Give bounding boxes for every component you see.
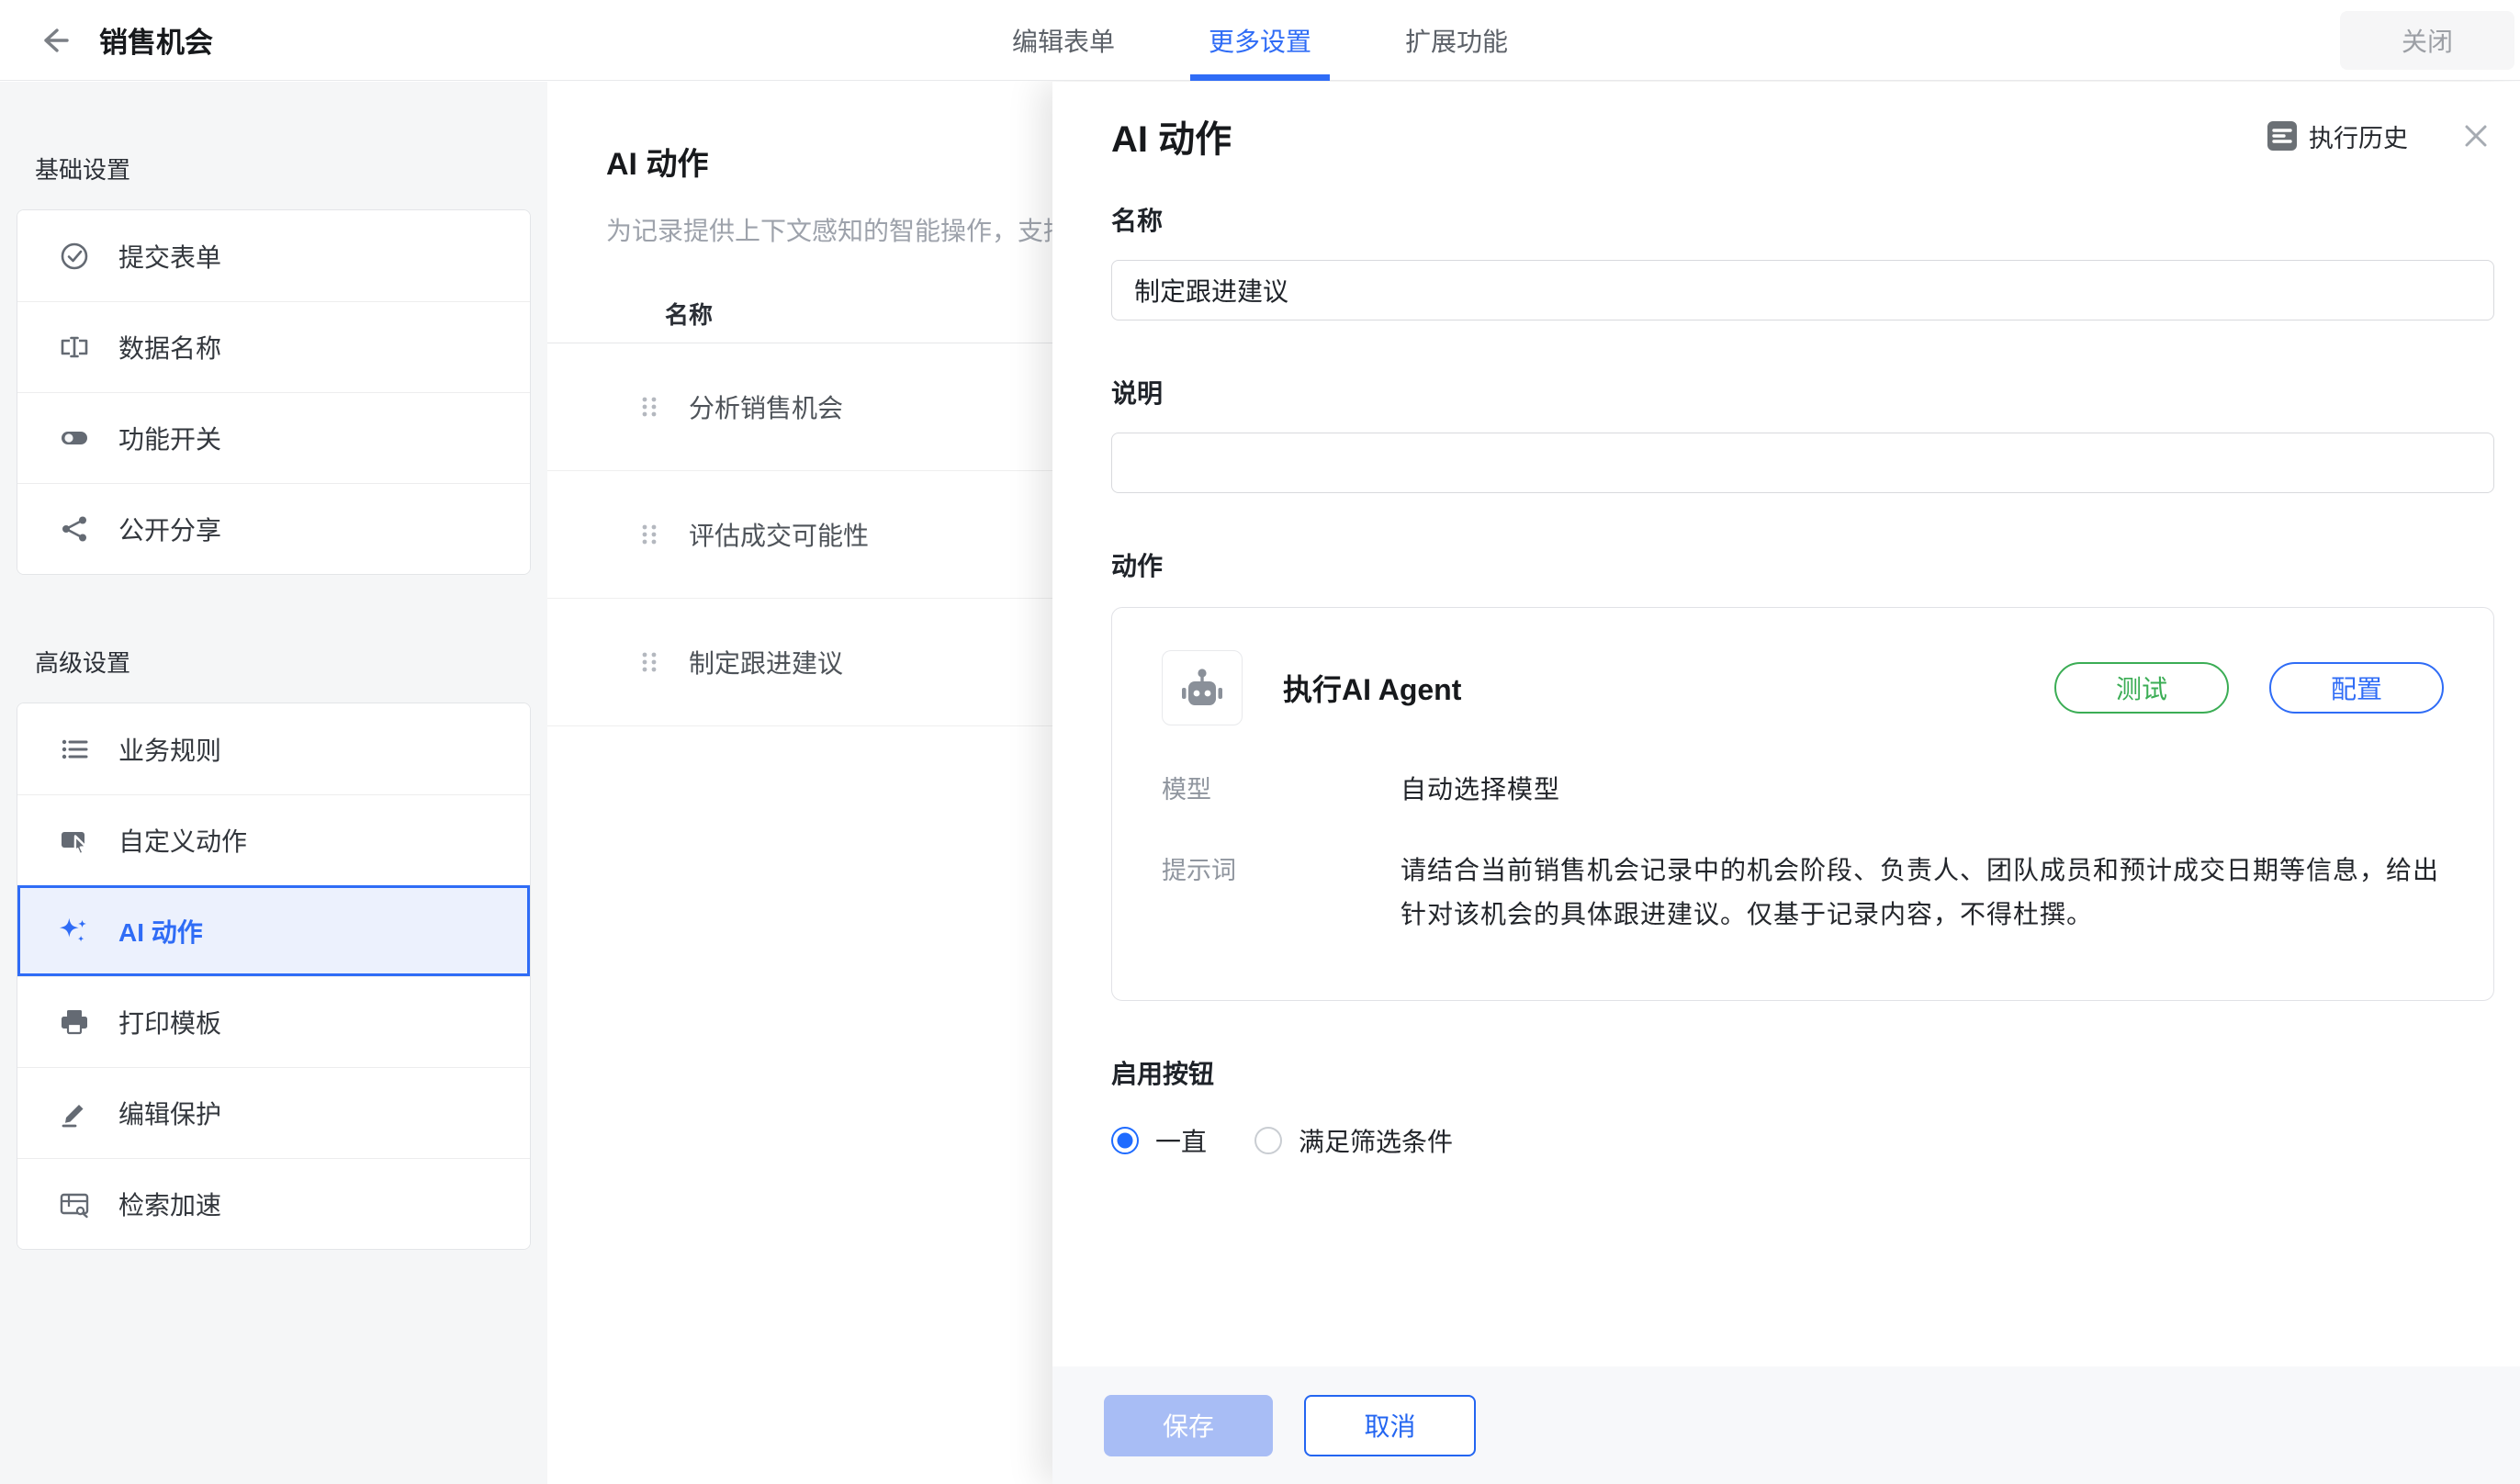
action-row-name: 评估成交可能性 (689, 516, 869, 553)
back-button[interactable] (35, 20, 75, 61)
top-header: 销售机会 编辑表单 更多设置 扩展功能 关闭 (0, 0, 2520, 81)
settings-sidebar: 基础设置 提交表单 数据名称 功能开关 (0, 82, 547, 1484)
radio-option-filter-condition[interactable]: 满足筛选条件 (1254, 1122, 1453, 1159)
robot-icon (1176, 661, 1229, 714)
printer-icon (58, 1006, 91, 1039)
cursor-click-icon (58, 824, 91, 857)
radio-option-always[interactable]: 一直 (1111, 1122, 1207, 1159)
config-button[interactable]: 配置 (2269, 662, 2444, 714)
active-tab-underline (1190, 74, 1330, 81)
model-value: 自动选择模型 (1401, 768, 1560, 812)
close-form-button[interactable]: 关闭 (2340, 11, 2514, 70)
sidebar-item-data-name[interactable]: 数据名称 (17, 301, 530, 392)
advanced-settings-card: 业务规则 自定义动作 AI 动作 打印模板 (17, 703, 531, 1250)
sidebar-item-custom-actions[interactable]: 自定义动作 (17, 794, 530, 885)
radio-selected-icon[interactable] (1111, 1127, 1139, 1154)
section-title-advanced: 高级设置 (35, 645, 531, 679)
sidebar-item-feature-toggle[interactable]: 功能开关 (17, 392, 530, 483)
tab-more-settings[interactable]: 更多设置 (1201, 0, 1319, 81)
section-title-basic: 基础设置 (35, 152, 531, 186)
enable-button-label: 启用按钮 (1111, 1054, 2494, 1091)
action-row-name: 分析销售机会 (689, 388, 843, 425)
action-section-label: 动作 (1111, 546, 2494, 583)
tab-extensions[interactable]: 扩展功能 (1398, 0, 1515, 81)
history-log-icon (2267, 120, 2298, 152)
back-arrow-icon (37, 22, 73, 59)
model-label: 模型 (1162, 768, 1401, 812)
sidebar-item-search-acceleration[interactable]: 检索加速 (17, 1158, 530, 1249)
drawer-close-button[interactable] (2458, 118, 2494, 154)
drawer-footer: 保存 取消 (1052, 1366, 2520, 1484)
robot-icon-box (1162, 650, 1243, 725)
check-circle-icon (58, 240, 91, 273)
sidebar-item-submit-form[interactable]: 提交表单 (17, 210, 530, 301)
drag-handle-icon[interactable] (637, 519, 661, 550)
prompt-label: 提示词 (1162, 849, 1401, 937)
cancel-button[interactable]: 取消 (1304, 1395, 1476, 1456)
ai-action-edit-drawer: AI 动作 执行历史 名称 说明 动作 (1052, 82, 2520, 1484)
drag-handle-icon[interactable] (637, 646, 661, 678)
pencil-icon (58, 1096, 91, 1130)
name-input[interactable] (1111, 260, 2494, 320)
action-card: 执行AI Agent 测试 配置 模型 自动选择模型 提示词 请结合当前销售机会… (1111, 607, 2494, 1001)
index-card-icon (58, 1187, 91, 1220)
close-icon (2460, 120, 2492, 152)
sidebar-item-public-share[interactable]: 公开分享 (17, 483, 530, 574)
sidebar-item-print-templates[interactable]: 打印模板 (17, 976, 530, 1067)
page-title: 销售机会 (99, 19, 213, 61)
toggle-icon (58, 422, 91, 455)
sidebar-item-edit-protection[interactable]: 编辑保护 (17, 1067, 530, 1158)
description-input[interactable] (1111, 433, 2494, 493)
test-button[interactable]: 测试 (2054, 662, 2229, 714)
tab-bar: 编辑表单 更多设置 扩展功能 (1005, 0, 1515, 81)
basic-settings-card: 提交表单 数据名称 功能开关 公开分享 (17, 209, 531, 575)
radio-unselected-icon[interactable] (1254, 1127, 1282, 1154)
action-card-title: 执行AI Agent (1283, 667, 2054, 709)
prompt-value: 请结合当前销售机会记录中的机会阶段、负责人、团队成员和预计成交日期等信息，给出针… (1401, 849, 2444, 937)
name-field-label: 名称 (1111, 201, 2494, 238)
tab-edit-form[interactable]: 编辑表单 (1005, 0, 1122, 81)
rename-icon (58, 331, 91, 364)
sidebar-item-ai-actions[interactable]: AI 动作 (17, 885, 530, 976)
drag-handle-icon[interactable] (637, 391, 661, 422)
enable-options: 一直 满足筛选条件 (1111, 1122, 2494, 1159)
sparkles-icon (58, 915, 91, 948)
description-field-label: 说明 (1111, 374, 2494, 410)
drawer-title: AI 动作 (1111, 109, 2267, 163)
app-window: 销售机会 编辑表单 更多设置 扩展功能 关闭 基础设置 提交表单 (0, 0, 2520, 1484)
execution-history-button[interactable]: 执行历史 (2267, 118, 2408, 154)
sidebar-item-business-rules[interactable]: 业务规则 (17, 703, 530, 794)
share-icon (58, 512, 91, 545)
save-button[interactable]: 保存 (1104, 1395, 1273, 1456)
action-row-name: 制定跟进建议 (689, 644, 843, 680)
list-icon (58, 733, 91, 766)
history-label: 执行历史 (2309, 118, 2408, 154)
